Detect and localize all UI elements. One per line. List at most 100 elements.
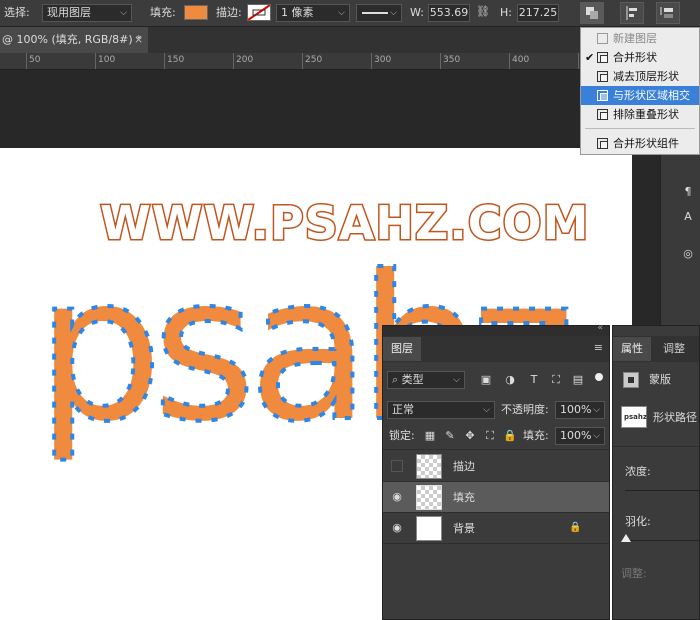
visibility-off-box[interactable] (391, 460, 403, 472)
layer-name[interactable]: 描边 (453, 451, 475, 482)
chevron-down-icon: ⌵ (338, 8, 345, 18)
shape-path-thumbnail[interactable]: psahz (621, 406, 647, 428)
panel-menu-icon[interactable]: ≡ (594, 341, 603, 354)
align-icon (626, 6, 637, 20)
ruler-tick: 250 (305, 55, 323, 65)
select-label: 选择: (4, 6, 30, 19)
stroke-width-dropdown[interactable]: 1 像素 ⌵ (276, 4, 350, 22)
lock-icon: 🔒 (569, 522, 582, 533)
layer-row-background[interactable]: ◉ 背景 🔒 (383, 513, 609, 544)
blend-mode-dropdown[interactable]: 正常 ⌵ (387, 401, 495, 419)
select-layer-value: 现用图层 (47, 6, 91, 19)
filter-pixel-icon[interactable]: ▣ (479, 373, 493, 387)
shape-path-label: 形状路径 (653, 411, 697, 424)
new-layer-icon (597, 33, 608, 44)
height-input[interactable]: 217.25 (517, 4, 559, 22)
eye-icon[interactable]: ◉ (391, 522, 403, 534)
menu-item-combine-shapes[interactable]: ✔ 合并形状 (581, 48, 699, 67)
mask-label: 蒙版 (649, 373, 671, 386)
collapse-panel-icon[interactable]: « (597, 323, 603, 333)
path-alignment-button[interactable] (620, 2, 644, 24)
ruler-tick: 300 (374, 55, 392, 65)
layer-thumbnail (416, 516, 442, 541)
height-label: H: (500, 6, 512, 19)
density-slider[interactable] (625, 490, 699, 491)
filter-shape-icon[interactable]: ⛶ (549, 373, 563, 387)
feather-slider-handle[interactable] (621, 534, 631, 542)
glyphs-icon[interactable]: ◎ (681, 247, 695, 261)
tab-properties[interactable]: 属性 (613, 337, 651, 361)
character-icon[interactable]: A (681, 210, 695, 224)
link-icon[interactable]: ⛓ (476, 5, 490, 18)
arrange-icon (660, 7, 673, 18)
divider (613, 446, 699, 447)
lock-all-icon[interactable]: 🔒 (503, 429, 517, 443)
width-input[interactable]: 553.69 (428, 4, 470, 22)
menu-item-merge-components[interactable]: 合并形状组件 (581, 134, 699, 153)
layers-panel-header: 图层 ≡ (383, 336, 609, 362)
close-tab-icon[interactable]: × (134, 27, 143, 53)
path-operations-button[interactable] (580, 2, 604, 24)
layer-row-fill[interactable]: ◉ 填充 (383, 482, 609, 513)
feather-slider[interactable] (625, 540, 699, 541)
chevron-down-icon: ⌵ (483, 405, 490, 415)
menu-item-exclude-overlap[interactable]: 排除重叠形状 (581, 105, 699, 124)
fill-opacity-label: 填充: (523, 429, 549, 442)
layer-thumbnail (416, 485, 442, 510)
panel-grip[interactable]: « (383, 323, 609, 336)
menu-item-intersect-shapes[interactable]: 与形状区域相交 (581, 86, 699, 105)
filter-type-icon[interactable]: T (527, 373, 541, 387)
stroke-line-preview (362, 12, 388, 14)
artwork-letter-a: a (248, 248, 371, 466)
document-tab[interactable]: @ 100% (填充, RGB/8#) * × (0, 27, 148, 53)
layer-row-stroke[interactable]: 描边 (383, 451, 609, 482)
ruler-tick: 100 (98, 55, 116, 65)
lock-artboard-icon[interactable]: ⛶ (483, 429, 497, 443)
path-operations-icon (586, 7, 598, 19)
path-arrangement-button[interactable] (656, 2, 680, 24)
menu-item-new-layer[interactable]: 新建图层 (581, 29, 699, 48)
artwork-letter-p: p (36, 248, 163, 466)
stroke-color-swatch[interactable] (247, 4, 271, 21)
chevron-down-icon: ⌵ (390, 8, 397, 18)
ruler-tick: 400 (512, 55, 530, 65)
eye-icon[interactable]: ◉ (391, 491, 403, 503)
lock-position-icon[interactable]: ✥ (463, 429, 477, 443)
artwork-letter-s: s (152, 248, 256, 466)
ruler-tick: 50 (29, 55, 41, 65)
layer-filter-value: 类型 (401, 373, 424, 386)
opacity-input[interactable]: 100% ⌵ (555, 401, 605, 419)
path-operations-menu: 新建图层 ✔ 合并形状 减去顶层形状 与形状区域相交 排除重叠形状 合并形状组件 (580, 27, 700, 155)
ruler-tick: 350 (443, 55, 461, 65)
select-layer-dropdown[interactable]: 现用图层 ⌵ (42, 4, 132, 22)
tab-adjustments[interactable]: 调整 (655, 337, 693, 361)
filter-smart-object-icon[interactable]: ▤ (571, 373, 585, 387)
lock-row: 锁定: ▦ ✎ ✥ ⛶ 🔒 填充: 100% ⌵ (383, 422, 609, 450)
lock-pixels-icon[interactable]: ✎ (443, 429, 457, 443)
fill-label: 填充: (150, 6, 176, 19)
mask-icon[interactable] (623, 372, 639, 388)
filter-toggle-icon[interactable] (595, 373, 603, 381)
options-bar: 选择: 现用图层 ⌵ 填充: 描边: 1 像素 ⌵ ⌵ W: 553.69 ⛓ … (0, 0, 700, 27)
stroke-type-dropdown[interactable]: ⌵ (356, 4, 402, 22)
fill-color-swatch[interactable] (184, 5, 208, 20)
tab-layers[interactable]: 图层 (383, 337, 421, 361)
fill-opacity-input[interactable]: 100% ⌵ (555, 427, 605, 445)
filter-adjustment-icon[interactable]: ◑ (503, 373, 517, 387)
paragraph-icon[interactable]: ¶ (681, 185, 695, 199)
layers-panel: « 图层 ≡ ⌕ 类型 ⌵ ▣ ◑ T ⛶ ▤ 正常 ⌵ 不透明度: 100% … (382, 323, 610, 620)
lock-transparent-icon[interactable]: ▦ (423, 429, 437, 443)
ruler-tick: 150 (167, 55, 185, 65)
blend-mode-value: 正常 (392, 403, 414, 416)
chevron-down-icon: ⌵ (593, 431, 600, 441)
stroke-label: 描边: (216, 6, 242, 19)
properties-header: 属性 调整 (613, 336, 699, 362)
menu-item-subtract-front[interactable]: 减去顶层形状 (581, 67, 699, 86)
layer-name[interactable]: 填充 (453, 482, 475, 513)
layer-filter-dropdown[interactable]: ⌕ 类型 ⌵ (387, 371, 465, 389)
feather-label: 羽化: (625, 515, 651, 528)
refine-label: 调整: (621, 567, 647, 580)
layer-name[interactable]: 背景 (453, 513, 475, 544)
search-icon: ⌕ (392, 373, 402, 386)
menu-divider (585, 128, 695, 129)
